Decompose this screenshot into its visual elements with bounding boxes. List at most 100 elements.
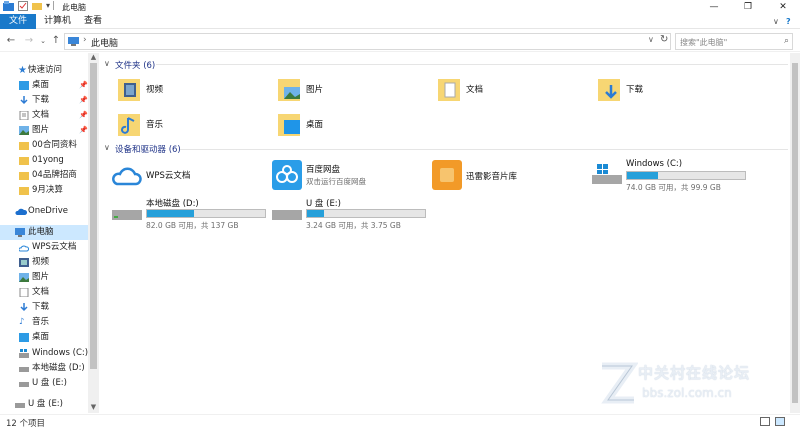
divider: [156, 64, 788, 65]
device-tile-drive-e[interactable]: U 盘 (E:) 3.24 GB 可用，共 3.75 GB: [272, 196, 432, 232]
sidebar-item-folder[interactable]: 01yong: [0, 153, 88, 168]
sidebar-label: 下载: [32, 302, 50, 312]
tab-computer[interactable]: 计算机: [36, 14, 79, 29]
sidebar-label: 下载: [32, 95, 50, 105]
folder-icon: [19, 157, 29, 165]
sidebar-label: 快速访问: [28, 65, 63, 75]
tab-view[interactable]: 查看: [76, 14, 110, 29]
sidebar-item-folder[interactable]: 00合同资料: [0, 138, 88, 153]
sidebar-item-music[interactable]: ♪ 音乐: [0, 315, 88, 330]
tile-label: Windows (C:): [626, 159, 683, 169]
address-dropdown-icon[interactable]: ∨: [648, 35, 654, 44]
chevron-down-icon: ∨: [104, 59, 110, 68]
chevron-down-icon[interactable]: ▾: [46, 1, 50, 10]
sidebar-label: U 盘 (E:): [32, 378, 67, 388]
sidebar-scroll-thumb[interactable]: [90, 63, 97, 369]
folder-tile-documents[interactable]: 文档: [436, 75, 596, 111]
breadcrumb-this-pc[interactable]: 此电脑: [91, 36, 118, 49]
drive-icon: [19, 367, 29, 372]
sidebar-item-this-pc[interactable]: 此电脑: [0, 225, 88, 240]
folder-tile-videos[interactable]: 视频: [116, 75, 276, 111]
tile-sublabel: 74.0 GB 可用，共 99.9 GB: [626, 183, 721, 192]
sidebar-item-downloads[interactable]: 下载: [0, 300, 88, 315]
sidebar-item-desktop[interactable]: 桌面: [0, 330, 88, 345]
divider: [180, 149, 788, 150]
tab-file[interactable]: 文件: [0, 14, 36, 29]
watermark: 中关村在线论坛 bbs.zol.com.cn: [598, 358, 798, 408]
drive-usage-bar: [146, 209, 266, 218]
device-tile-baidu[interactable]: 百度网盘 双击运行百度网盘: [272, 160, 432, 196]
sidebar-item-documents[interactable]: 文档 📌: [0, 108, 88, 123]
sidebar-item-videos[interactable]: 视频: [0, 255, 88, 270]
folder-tile-pictures[interactable]: 图片: [276, 75, 436, 111]
usb-drive-icon: [15, 403, 25, 408]
content-scroll-thumb[interactable]: [792, 63, 798, 403]
windows-drive-icon: [592, 164, 622, 184]
folders-group-header[interactable]: ∨ 文件夹 (6): [104, 59, 784, 71]
sidebar-item-pictures[interactable]: 图片 📌: [0, 123, 88, 138]
group-title: 设备和驱动器 (6): [115, 145, 181, 155]
sidebar-item-folder[interactable]: 04品牌招商: [0, 168, 88, 183]
folder-icon: [19, 187, 29, 195]
address-field[interactable]: › 此电脑 ∨ ↻: [64, 33, 671, 50]
sidebar-item-drive-e[interactable]: U 盘 (E:): [0, 376, 88, 391]
new-folder-icon[interactable]: [32, 1, 42, 14]
device-tile-drive-d[interactable]: 本地磁盘 (D:) 82.0 GB 可用，共 137 GB: [112, 196, 272, 232]
folder-tile-music[interactable]: 音乐: [116, 110, 276, 146]
help-icon[interactable]: ?: [786, 14, 791, 29]
tile-label: 迅雷影音片库: [466, 172, 518, 182]
tiles-view-icon[interactable]: [775, 417, 785, 426]
refresh-icon[interactable]: ↻: [660, 34, 668, 45]
sidebar-item-quick-access[interactable]: ★ 快速访问: [0, 63, 88, 78]
sidebar-item-desktop[interactable]: 桌面 📌: [0, 78, 88, 93]
scroll-down-icon[interactable]: ▼: [88, 403, 99, 411]
back-icon[interactable]: ←: [4, 34, 18, 48]
drive-usage-bar: [306, 209, 426, 218]
device-tile-drive-c[interactable]: Windows (C:) 74.0 GB 可用，共 99.9 GB: [592, 158, 752, 194]
search-icon: ⌕: [783, 36, 789, 46]
ribbon: 文件 计算机 查看 ∨ ?: [0, 14, 800, 29]
sidebar-label: OneDrive: [28, 206, 68, 216]
sidebar-item-folder[interactable]: 9月决算: [0, 183, 88, 198]
sidebar-label: 桌面: [32, 80, 50, 90]
status-bar: 12 个项目: [0, 414, 800, 429]
sidebar-scrollbar[interactable]: ▲ ▼: [88, 53, 99, 413]
folder-tile-desktop[interactable]: 桌面: [276, 110, 436, 146]
sidebar-item-pictures[interactable]: 图片: [0, 270, 88, 285]
sidebar-item-downloads[interactable]: 下载 📌: [0, 93, 88, 108]
sidebar-label: 9月决算: [32, 185, 63, 195]
up-icon[interactable]: ↑: [49, 34, 63, 48]
sidebar-item-wps[interactable]: WPS云文档: [0, 240, 88, 255]
maximize-button[interactable]: ❐: [731, 0, 765, 14]
music-folder-icon: [118, 114, 140, 136]
device-tile-wps[interactable]: WPS云文档: [112, 160, 272, 196]
sidebar-label: 文档: [32, 110, 50, 120]
sidebar-item-onedrive[interactable]: OneDrive: [0, 204, 88, 219]
details-view-icon[interactable]: [760, 417, 770, 426]
properties-icon[interactable]: [18, 1, 28, 14]
drive-usage-fill: [307, 210, 324, 217]
device-tile-xunlei[interactable]: 迅雷影音片库: [432, 160, 592, 196]
folder-tile-downloads[interactable]: 下载: [596, 75, 756, 111]
desktop-folder-icon: [278, 114, 300, 136]
folder-icon: [19, 142, 29, 150]
recent-chevron-icon[interactable]: ⌄: [36, 34, 50, 48]
sidebar-label: U 盘 (E:): [28, 399, 63, 409]
minimize-button[interactable]: —: [697, 0, 731, 14]
sidebar-item-drive-d[interactable]: 本地磁盘 (D:): [0, 361, 88, 376]
navigation-pane: ★ 快速访问 桌面 📌 下载 📌 文档 📌 图片 📌 00合同资料 01yong…: [0, 53, 100, 413]
scroll-up-icon[interactable]: ▲: [88, 53, 99, 61]
group-title: 文件夹 (6): [115, 61, 156, 71]
item-count: 12 个项目: [6, 419, 46, 429]
sidebar-item-documents[interactable]: 文档: [0, 285, 88, 300]
sidebar-item-drive-c[interactable]: Windows (C:): [0, 346, 88, 361]
search-input[interactable]: 搜索"此电脑" ⌕: [675, 33, 793, 50]
breadcrumb-chevron-icon[interactable]: ›: [83, 35, 87, 45]
sidebar-item-usb[interactable]: U 盘 (E:): [0, 397, 88, 412]
ribbon-collapse-icon[interactable]: ∨: [773, 14, 779, 29]
close-button[interactable]: ✕: [766, 0, 800, 14]
explorer-icon[interactable]: [3, 1, 14, 14]
zol-logo-icon: [601, 362, 638, 404]
sidebar-label: 文档: [32, 287, 50, 297]
forward-icon[interactable]: →: [22, 34, 36, 48]
